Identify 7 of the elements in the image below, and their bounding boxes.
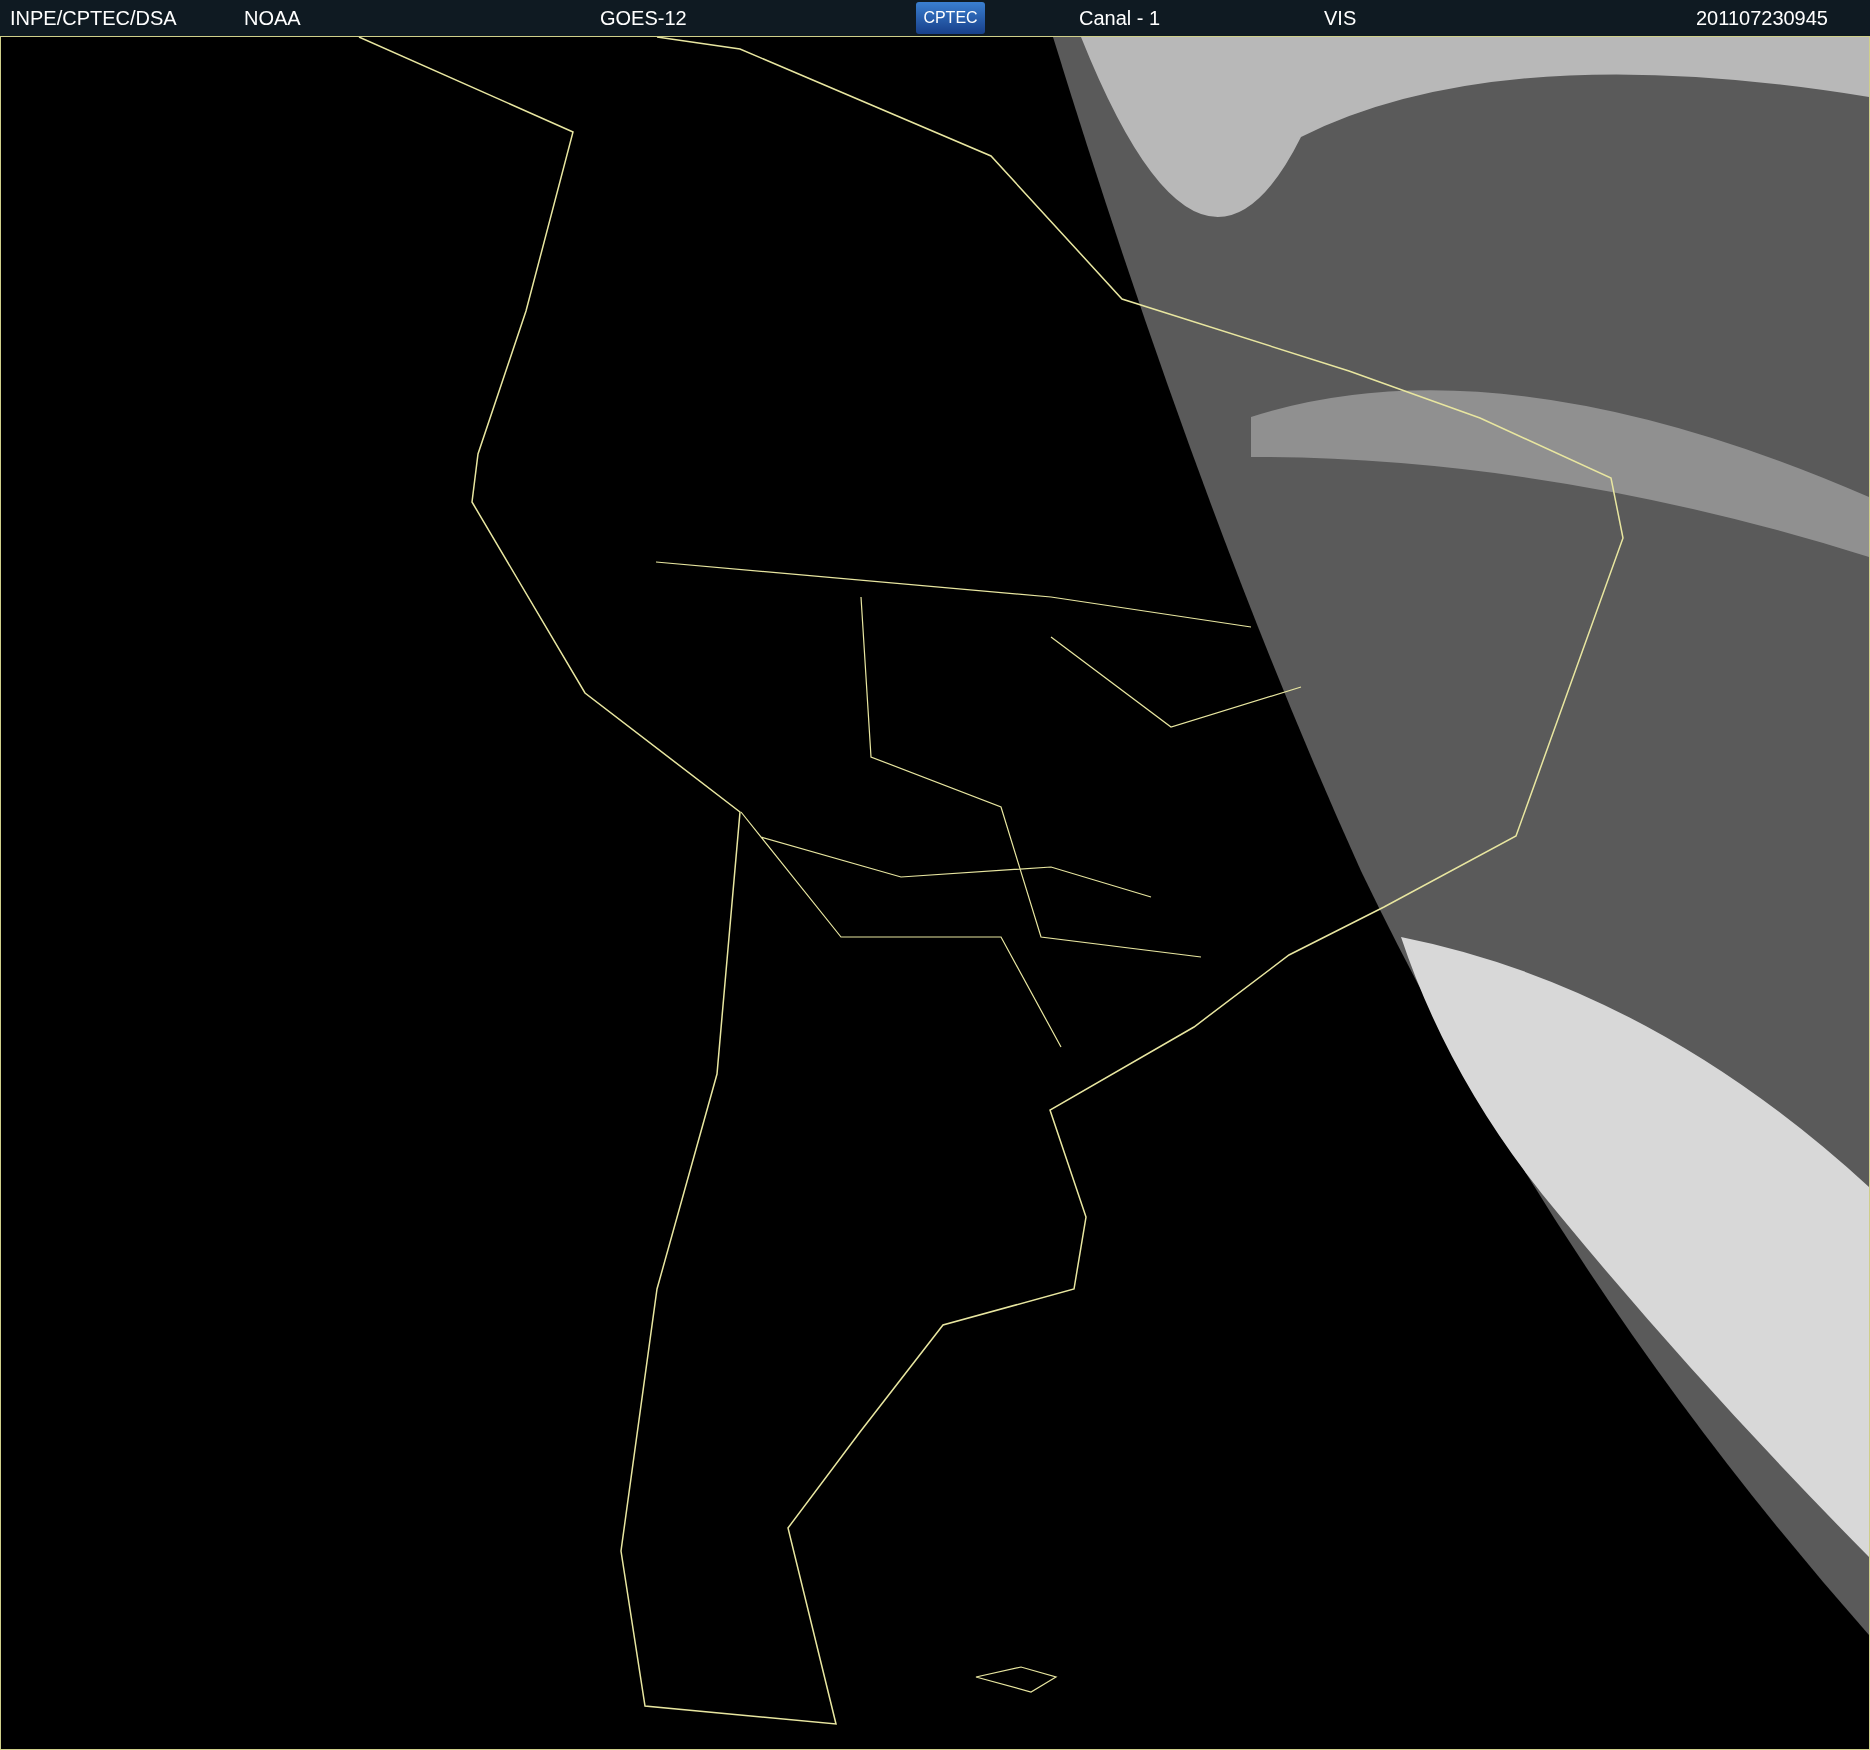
channel-label: Canal - 1: [1079, 6, 1162, 30]
band-label: VIS: [1324, 6, 1358, 30]
satellite-label: GOES-12: [600, 6, 688, 30]
logo: CPTEC: [916, 2, 985, 34]
agency-label: NOAA: [244, 6, 302, 30]
source-label: INPE/CPTEC/DSA: [10, 6, 178, 30]
timestamp-label: 201107230945: [1696, 6, 1828, 30]
